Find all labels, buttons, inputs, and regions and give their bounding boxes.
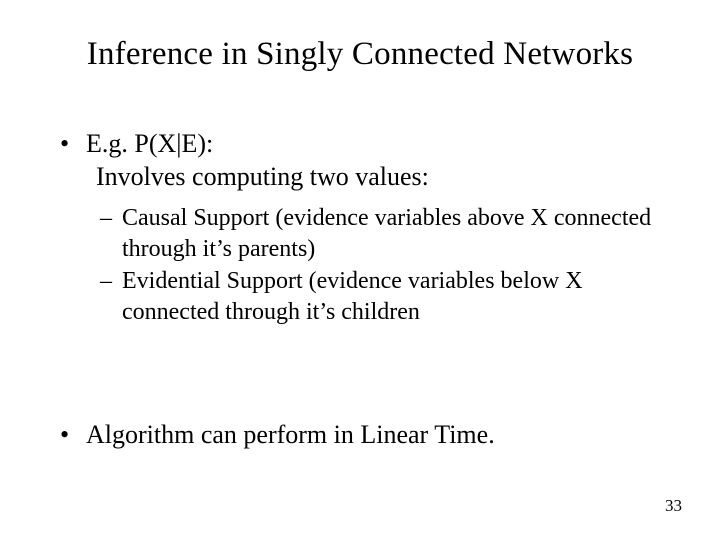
page-number: 33: [665, 496, 682, 516]
bullet-line2: Involves computing two values:: [96, 161, 670, 194]
dash-icon: –: [100, 203, 122, 234]
bullet-text: Algorithm can perform in Linear Time.: [86, 420, 495, 450]
slide: Inference in Singly Connected Networks •…: [0, 0, 720, 540]
bullet-icon: •: [60, 128, 86, 161]
sub-list: – Causal Support (evidence variables abo…: [100, 203, 660, 328]
bullet-icon: •: [60, 420, 86, 450]
sub-item-2: – Evidential Support (evidence variables…: [100, 266, 660, 327]
bullet-item-2: • Algorithm can perform in Linear Time.: [60, 420, 670, 450]
bullet-text: E.g. P(X|E):: [86, 128, 213, 161]
sub-text: Evidential Support (evidence variables b…: [122, 266, 660, 327]
dash-icon: –: [100, 266, 122, 297]
sub-text: Causal Support (evidence variables above…: [122, 203, 660, 264]
sub-item-1: – Causal Support (evidence variables abo…: [100, 203, 660, 264]
slide-title: Inference in Singly Connected Networks: [0, 36, 720, 73]
body-block: • E.g. P(X|E): Involves computing two va…: [60, 128, 670, 330]
bullet-item-1: • E.g. P(X|E):: [60, 128, 670, 161]
